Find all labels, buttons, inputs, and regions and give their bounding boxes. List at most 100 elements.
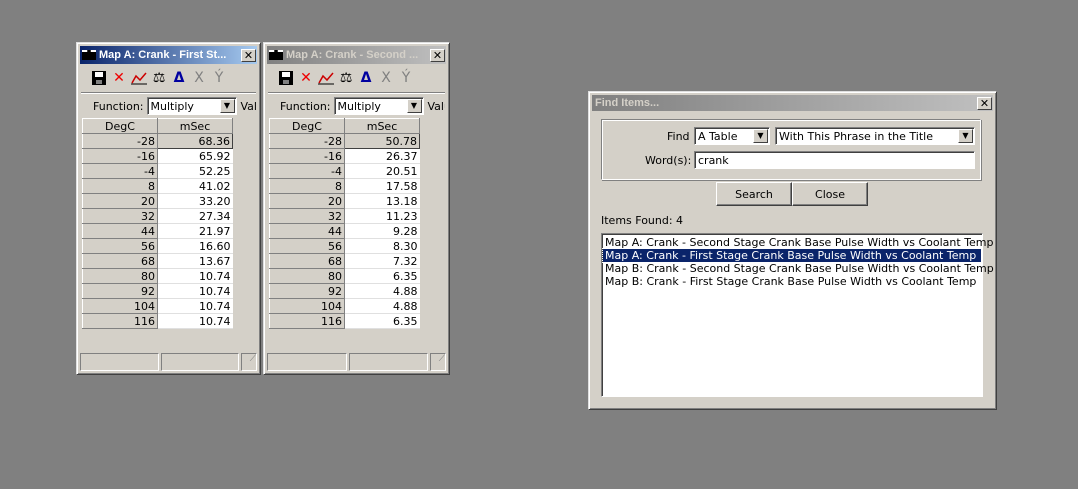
close-button[interactable]: ✕ <box>241 48 256 62</box>
clear-icon[interactable]: X <box>191 70 207 86</box>
table-window-first-stage[interactable]: Map A: Crank - First St... ✕ ✕ ⚖ Δ X Ý F… <box>76 42 261 375</box>
smooth-icon[interactable]: Δ <box>171 70 187 86</box>
table-cell[interactable]: 6.35 <box>344 313 420 329</box>
chevron-down-icon[interactable]: ▼ <box>753 129 768 143</box>
list-item[interactable]: Map B: Crank - First Stage Crank Base Pu… <box>603 275 981 288</box>
function-select[interactable]: Multiply ▼ <box>333 97 424 115</box>
find-type-select[interactable]: A Table ▼ <box>694 127 770 145</box>
find-type-value: A Table <box>698 129 738 143</box>
row-header[interactable]: 116 <box>269 313 345 329</box>
save-icon[interactable] <box>91 70 107 86</box>
merge-icon[interactable]: Ý <box>398 70 414 86</box>
find-items-dialog[interactable]: Find Items... ✕ Find A Table ▼ With This… <box>588 91 997 410</box>
row-header[interactable]: 20 <box>269 193 345 209</box>
row-header[interactable]: 32 <box>269 208 345 224</box>
table-cell[interactable]: 7.32 <box>344 253 420 269</box>
table-cell[interactable]: 4.88 <box>344 283 420 299</box>
table-cell[interactable]: 50.78 <box>344 133 420 149</box>
row-header[interactable]: 80 <box>82 268 158 284</box>
row-header[interactable]: 116 <box>82 313 158 329</box>
table-cell[interactable]: 10.74 <box>157 283 233 299</box>
delete-icon[interactable]: ✕ <box>111 70 127 86</box>
table-cell[interactable]: 21.97 <box>157 223 233 239</box>
table-cell[interactable]: 33.20 <box>157 193 233 209</box>
column-header-msec[interactable]: mSec <box>157 118 233 134</box>
close-dialog-button[interactable]: Close <box>792 182 868 206</box>
resize-grip-icon[interactable]: ⟋ <box>241 353 257 371</box>
table-row: 56 16.60 <box>82 238 233 254</box>
row-header[interactable]: -16 <box>269 148 345 164</box>
table-cell[interactable]: 41.02 <box>157 178 233 194</box>
title-bar[interactable]: Map A: Crank - Second ... ✕ <box>267 46 446 64</box>
table-cell[interactable]: 13.67 <box>157 253 233 269</box>
row-header[interactable]: 44 <box>82 223 158 239</box>
list-item[interactable]: Map B: Crank - Second Stage Crank Base P… <box>603 262 994 275</box>
table-cell[interactable]: 4.88 <box>344 298 420 314</box>
table-cell[interactable]: 27.34 <box>157 208 233 224</box>
row-header[interactable]: -28 <box>269 133 345 149</box>
resize-grip-icon[interactable]: ⟋ <box>430 353 446 371</box>
row-header[interactable]: 56 <box>82 238 158 254</box>
table-cell[interactable]: 16.60 <box>157 238 233 254</box>
row-header[interactable]: 68 <box>269 253 345 269</box>
row-header[interactable]: -28 <box>82 133 158 149</box>
row-header[interactable]: -4 <box>82 163 158 179</box>
close-button[interactable]: ✕ <box>977 96 992 110</box>
delete-icon[interactable]: ✕ <box>298 70 314 86</box>
clear-icon[interactable]: X <box>378 70 394 86</box>
table-cell[interactable]: 10.74 <box>157 268 233 284</box>
table-cell[interactable]: 26.37 <box>344 148 420 164</box>
row-header[interactable]: 80 <box>269 268 345 284</box>
table-cell[interactable]: 6.35 <box>344 268 420 284</box>
save-icon[interactable] <box>278 70 294 86</box>
words-input[interactable]: crank <box>694 151 975 169</box>
function-select[interactable]: Multiply ▼ <box>146 97 237 115</box>
table-cell[interactable]: 8.30 <box>344 238 420 254</box>
scale-icon[interactable]: ⚖ <box>338 70 354 86</box>
row-header[interactable]: 8 <box>82 178 158 194</box>
row-header[interactable]: -16 <box>82 148 158 164</box>
row-header[interactable]: 104 <box>269 298 345 314</box>
table-cell[interactable]: 65.92 <box>157 148 233 164</box>
chevron-down-icon[interactable]: ▼ <box>406 99 422 113</box>
title-bar[interactable]: Map A: Crank - First St... ✕ <box>80 46 257 64</box>
row-header[interactable]: 92 <box>269 283 345 299</box>
list-item[interactable]: Map A: Crank - First Stage Crank Base Pu… <box>602 248 982 263</box>
merge-icon[interactable]: Ý <box>211 70 227 86</box>
chevron-down-icon[interactable]: ▼ <box>219 99 235 113</box>
row-header[interactable]: 104 <box>82 298 158 314</box>
scale-icon[interactable]: ⚖ <box>151 70 167 86</box>
row-header[interactable]: -4 <box>269 163 345 179</box>
row-header[interactable]: 20 <box>82 193 158 209</box>
list-item[interactable]: Map A: Crank - Second Stage Crank Base P… <box>603 236 994 249</box>
row-header[interactable]: 8 <box>269 178 345 194</box>
table-window-second-stage[interactable]: Map A: Crank - Second ... ✕ ✕ ⚖ Δ X Ý Fu… <box>263 42 450 375</box>
chevron-down-icon[interactable]: ▼ <box>958 129 973 143</box>
find-mode-select[interactable]: With This Phrase in the Title ▼ <box>775 127 975 145</box>
table-cell[interactable]: 10.74 <box>157 313 233 329</box>
row-header[interactable]: 32 <box>82 208 158 224</box>
smooth-icon[interactable]: Δ <box>358 70 374 86</box>
row-header[interactable]: 68 <box>82 253 158 269</box>
column-header-msec[interactable]: mSec <box>344 118 420 134</box>
table-cell[interactable]: 9.28 <box>344 223 420 239</box>
row-header[interactable]: 56 <box>269 238 345 254</box>
table-cell[interactable]: 10.74 <box>157 298 233 314</box>
graph-icon[interactable] <box>318 70 334 86</box>
row-header[interactable]: 44 <box>269 223 345 239</box>
column-header-degc[interactable]: DegC <box>82 118 158 134</box>
table-cell[interactable]: 13.18 <box>344 193 420 209</box>
column-header-degc[interactable]: DegC <box>269 118 345 134</box>
close-button[interactable]: ✕ <box>430 48 445 62</box>
window-title: Map A: Crank - Second ... <box>286 49 419 61</box>
table-cell[interactable]: 11.23 <box>344 208 420 224</box>
row-header[interactable]: 92 <box>82 283 158 299</box>
search-button[interactable]: Search <box>716 182 792 206</box>
results-list[interactable]: Map A: Crank - Second Stage Crank Base P… <box>601 233 994 397</box>
table-cell[interactable]: 52.25 <box>157 163 233 179</box>
table-cell[interactable]: 68.36 <box>157 133 233 149</box>
table-cell[interactable]: 20.51 <box>344 163 420 179</box>
graph-icon[interactable] <box>131 70 147 86</box>
title-bar[interactable]: Find Items... ✕ <box>592 95 993 111</box>
table-cell[interactable]: 17.58 <box>344 178 420 194</box>
